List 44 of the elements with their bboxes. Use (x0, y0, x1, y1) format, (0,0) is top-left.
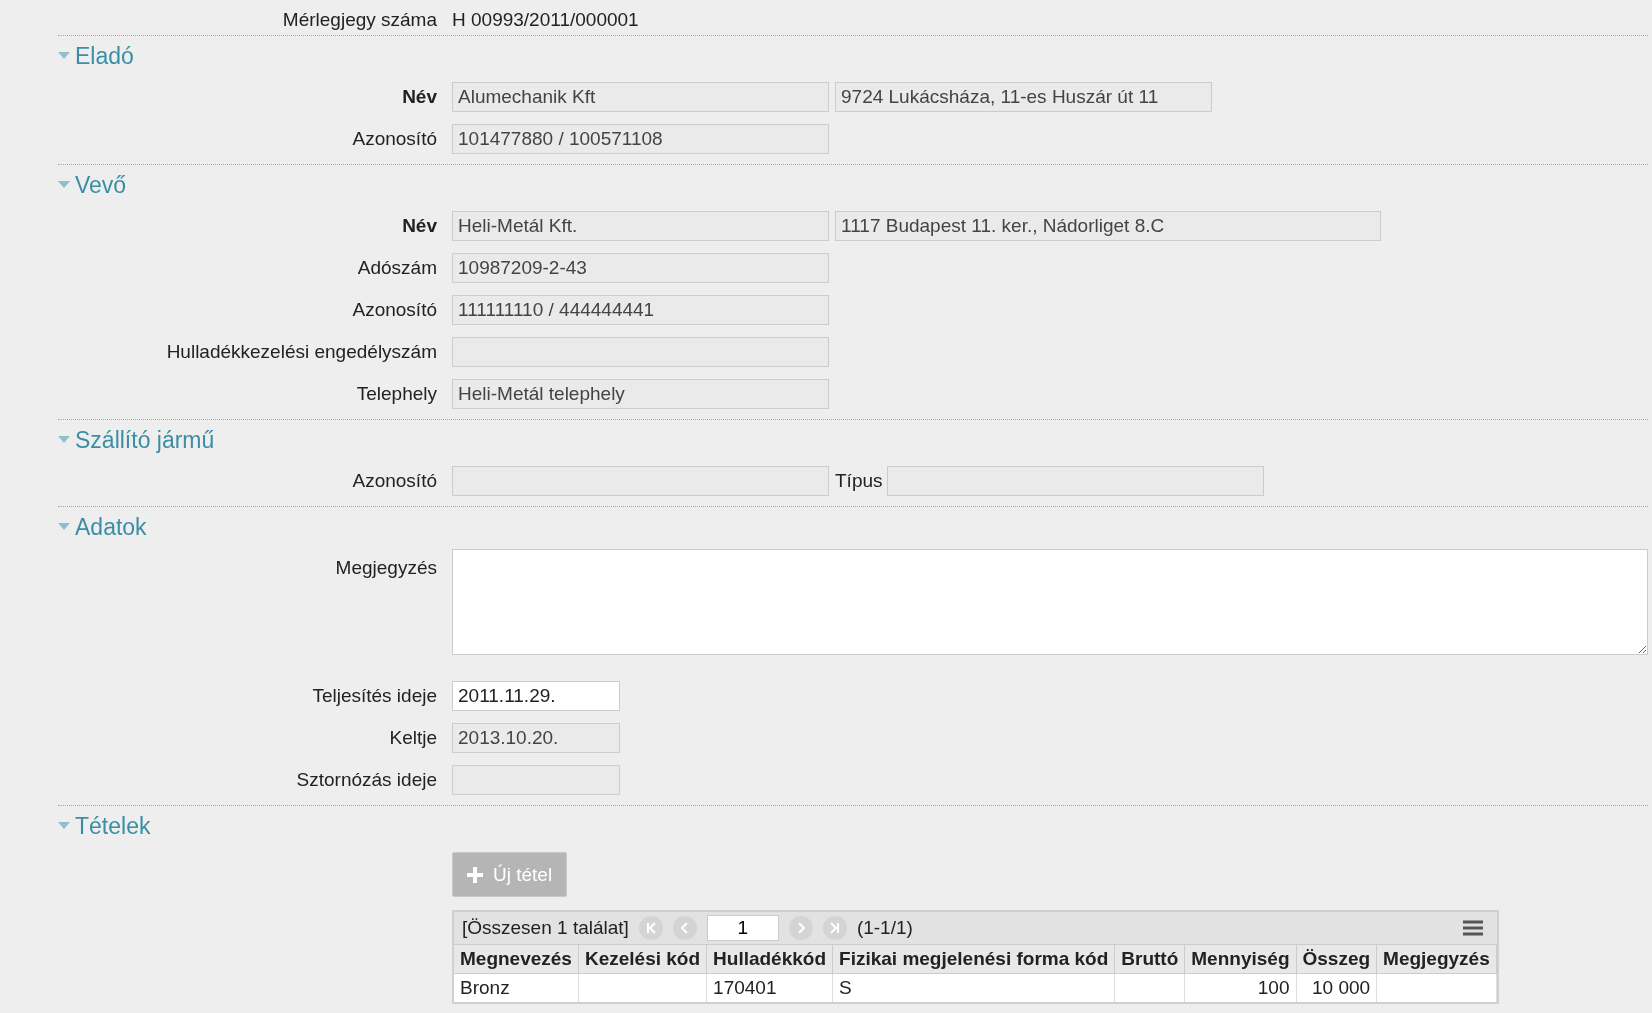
previous-page-icon[interactable] (672, 916, 697, 940)
collapse-triangle-icon[interactable] (58, 52, 70, 60)
next-page-icon[interactable] (788, 916, 813, 940)
column-header[interactable]: Bruttó (1114, 945, 1185, 974)
column-header[interactable]: Hulladékkód (706, 945, 833, 974)
table-cell: 10 000 (1311, 977, 1371, 998)
table-cell: S (839, 977, 852, 998)
field-label: Hulladékkezelési engedélyszám (165, 341, 438, 363)
field-label: Telephely (355, 383, 438, 405)
collapse-triangle-icon[interactable] (58, 822, 70, 830)
input-field[interactable]: 2011.11.29. (452, 681, 620, 711)
plus-icon (467, 866, 483, 883)
field-label: Keltje (388, 727, 438, 749)
field-label: Mérlegjegy száma (281, 8, 438, 31)
field-label: Sztornózás ideje (295, 769, 438, 791)
field-label: Típus (835, 470, 883, 492)
field-label: Azonosító (351, 470, 438, 492)
ticket-number: H 00993/2011/000001 (452, 8, 639, 31)
table-cell: 170401 (713, 977, 777, 998)
result-count: [Összesen 1 találat] (462, 917, 629, 939)
field-label: Azonosító (351, 299, 438, 321)
field-label: Adószám (356, 257, 438, 279)
comment-textarea[interactable] (452, 549, 1648, 655)
column-header[interactable]: Megjegyzés (1376, 945, 1497, 974)
table-cell: Bronz (460, 977, 510, 998)
table-cell: 100 (1257, 977, 1290, 998)
menu-icon[interactable] (1462, 920, 1483, 936)
field-label: Teljesítés ideje (311, 685, 438, 707)
first-page-icon[interactable] (638, 916, 663, 940)
column-header[interactable]: Fizikai megjelenési forma kód (832, 945, 1115, 974)
page-range: (1-1/1) (856, 917, 913, 939)
collapse-triangle-icon[interactable] (58, 181, 70, 189)
field-label: Név (401, 86, 438, 108)
collapse-triangle-icon[interactable] (58, 436, 70, 444)
collapse-triangle-icon[interactable] (58, 523, 70, 531)
column-header[interactable]: Mennyiség (1184, 945, 1296, 974)
column-header[interactable]: Megnevezés (454, 945, 579, 974)
column-header[interactable]: Összeg (1296, 945, 1377, 974)
last-page-icon[interactable] (822, 916, 847, 940)
field-label: Megjegyzés (334, 556, 438, 579)
field-label: Azonosító (351, 128, 438, 150)
field-label: Név (401, 215, 438, 237)
page-number-field[interactable]: 1 (706, 915, 779, 941)
column-header[interactable]: Kezelési kód (578, 945, 707, 974)
